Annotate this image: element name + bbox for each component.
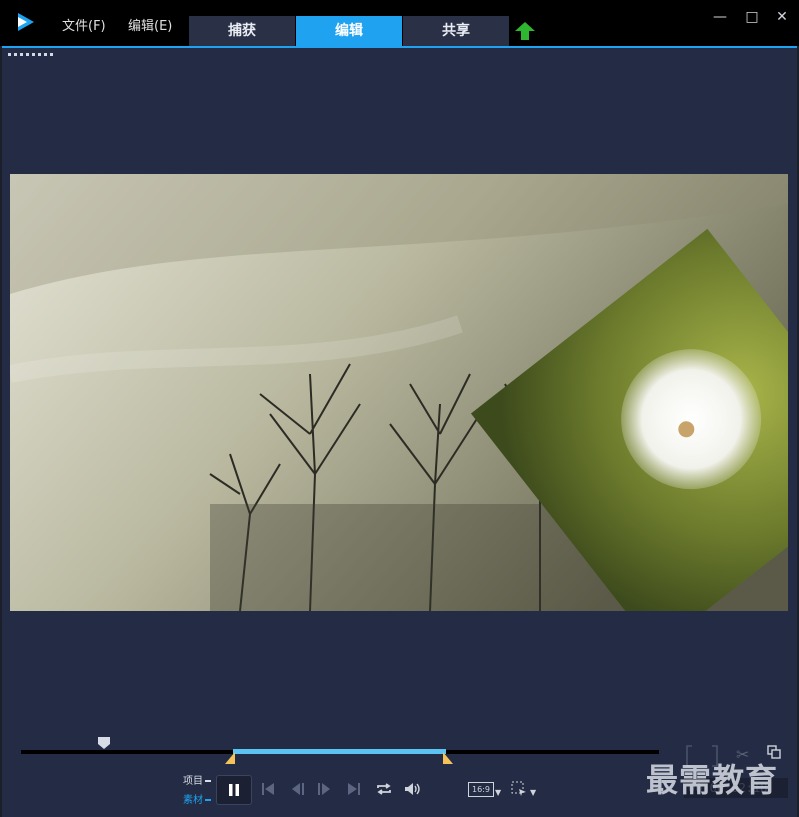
timeline-selection[interactable]: [233, 749, 446, 754]
crop-select-icon[interactable]: [511, 781, 527, 797]
trim-start-handle-icon[interactable]: [225, 752, 235, 764]
menu-file[interactable]: 文件(F): [62, 15, 106, 34]
close-button[interactable]: ✕: [774, 10, 790, 24]
pause-button[interactable]: [216, 775, 252, 805]
tab-capture[interactable]: 捕获: [189, 16, 295, 46]
watermark: 最需教育: [646, 761, 779, 799]
tab-edit[interactable]: 编辑: [296, 16, 402, 46]
next-frame-button[interactable]: [314, 775, 334, 803]
trim-end-handle-icon[interactable]: [443, 752, 453, 764]
go-to-start-button[interactable]: [258, 775, 278, 803]
previous-frame-button[interactable]: [288, 775, 308, 803]
step-back-icon: [292, 783, 304, 795]
go-to-end-button[interactable]: [344, 775, 364, 803]
app-logo-icon: [18, 13, 34, 31]
repeat-button[interactable]: [373, 775, 395, 803]
upload-arrow-icon[interactable]: [515, 22, 535, 40]
project-mode-option[interactable]: 项目: [183, 772, 211, 787]
volume-button[interactable]: [402, 775, 424, 803]
preview-frame: [10, 174, 788, 611]
playhead-marker-icon[interactable]: [97, 736, 111, 750]
menu-edit[interactable]: 编辑(E): [128, 15, 172, 34]
video-preview[interactable]: [10, 174, 788, 611]
maximize-button[interactable]: □: [744, 10, 760, 24]
material-mode-label: 素材: [183, 795, 203, 806]
volume-icon: [405, 783, 420, 795]
drag-handle[interactable]: [8, 53, 53, 56]
repeat-icon: [377, 783, 391, 795]
tab-share[interactable]: 共享: [403, 16, 509, 46]
minimize-button[interactable]: —: [712, 10, 728, 24]
project-mode-label: 项目: [183, 776, 203, 787]
step-forward-icon: [318, 783, 330, 795]
aspect-ratio-button[interactable]: 16:9: [468, 782, 494, 797]
skip-start-icon: [262, 783, 274, 795]
material-mode-option[interactable]: 素材: [183, 791, 211, 806]
aspect-ratio-dropdown-icon[interactable]: ▼: [495, 788, 501, 797]
crop-dropdown-icon[interactable]: ▼: [530, 788, 536, 797]
skip-end-icon: [348, 783, 360, 795]
pause-icon: [229, 784, 239, 796]
title-bar: 文件(F) 编辑(E) 捕获 编辑 共享 — □ ✕: [0, 0, 799, 46]
